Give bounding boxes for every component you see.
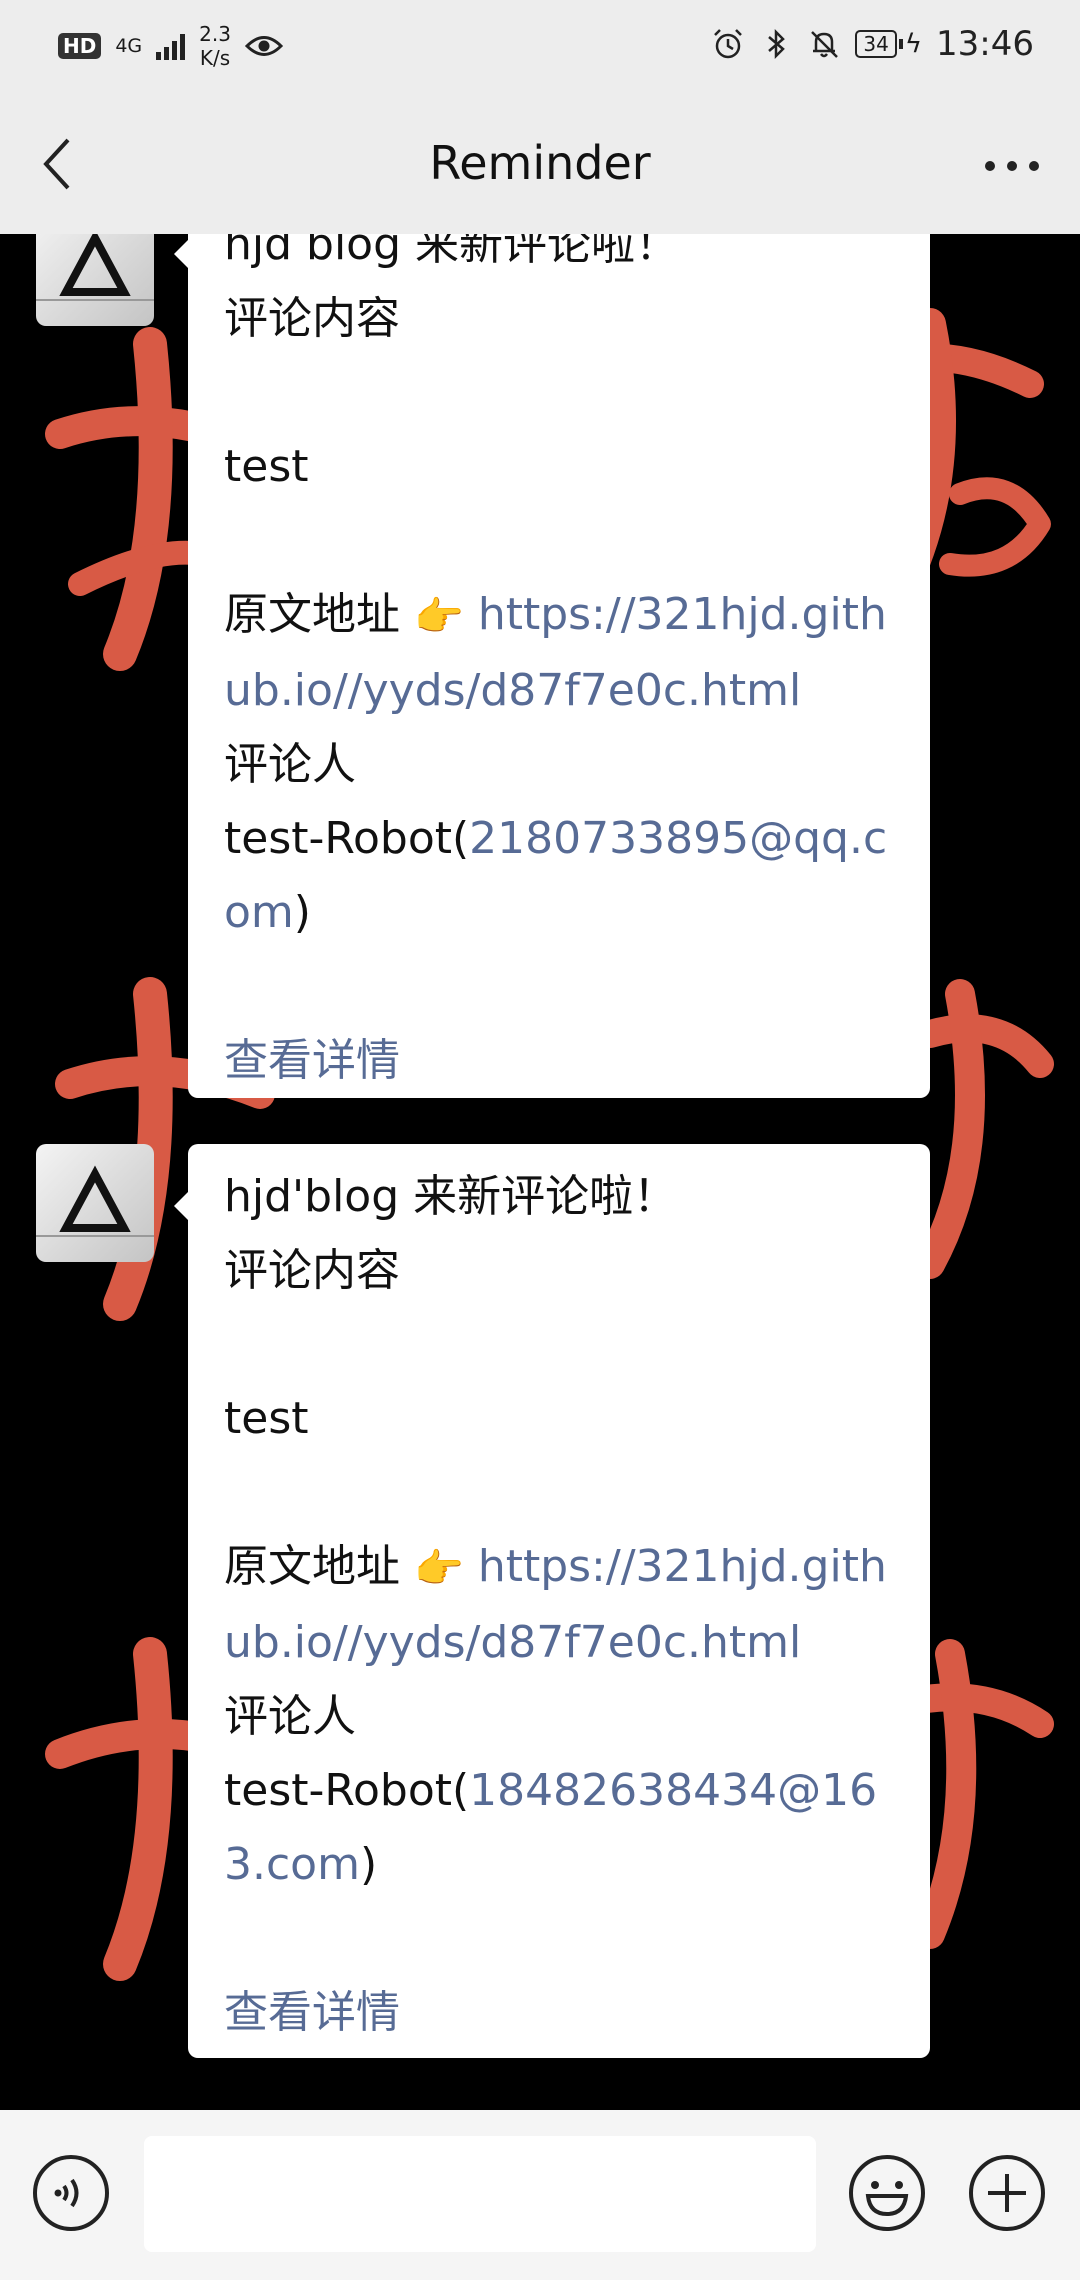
message-input[interactable]: [144, 2136, 816, 2252]
signal-icon: [156, 32, 186, 60]
commenter-name: test-Robot(: [224, 813, 470, 864]
source-label: 原文地址: [224, 1541, 400, 1592]
status-bar: HD 4G 2.3 K/s 34 ϟ 13:46: [0, 0, 1080, 96]
source-line: 原文地址 👉 https://321hjd.github.io//yyds/d8…: [224, 578, 896, 728]
comment-text: test: [224, 441, 309, 492]
avatar[interactable]: [36, 1144, 154, 1262]
source-label: 原文地址: [224, 589, 400, 640]
message-bubble[interactable]: hjd'blog 来新评论啦！ 评论内容 test 原文地址 👉 https:/…: [174, 1144, 930, 2058]
alarm-icon: [714, 29, 743, 59]
plus-icon[interactable]: [966, 2152, 1048, 2234]
emoji-icon[interactable]: [846, 2152, 928, 2234]
chat-header: Reminder: [0, 96, 1080, 234]
bluetooth-icon: [768, 28, 786, 60]
message-title: hjd blog 来新评论啦！: [224, 234, 680, 270]
comment-content-label: 评论内容: [224, 1245, 400, 1296]
comment-text: test: [224, 1393, 309, 1444]
commenter-label: 评论人: [224, 1691, 356, 1742]
commenter-line: test-Robot(2180733895@qq.com): [224, 802, 896, 950]
clock: 13:46: [936, 24, 1034, 64]
voice-icon[interactable]: [30, 2152, 112, 2234]
more-icon[interactable]: [982, 146, 1042, 186]
message-title: hjd'blog 来新评论啦！: [224, 1171, 678, 1222]
battery-nub: [898, 39, 903, 49]
speed-value: 2.3: [199, 22, 231, 46]
commenter-close: ): [359, 1839, 378, 1890]
hd-badge: HD: [58, 33, 102, 59]
network-speed: 2.3 K/s: [199, 22, 231, 70]
commenter-line: test-Robot(18482638434@163.com): [224, 1754, 896, 1902]
charging-icon: ϟ: [904, 29, 923, 59]
input-bar: [0, 2110, 1080, 2280]
view-details-link[interactable]: 查看详情: [224, 1024, 896, 1098]
commenter-name: test-Robot(: [224, 1765, 470, 1816]
battery-level: 34: [855, 30, 897, 58]
network-label: 4G: [115, 34, 143, 57]
battery-indicator: 34 ϟ: [855, 29, 922, 59]
pointing-hand-icon: 👉: [414, 594, 464, 640]
pointing-hand-icon: 👉: [414, 1546, 464, 1592]
mute-bell-icon: [811, 31, 839, 58]
commenter-label: 评论人: [224, 739, 356, 790]
comment-content-label: 评论内容: [224, 293, 400, 344]
view-details-link[interactable]: 查看详情: [224, 1976, 896, 2058]
triangle-logo-icon: [36, 234, 154, 301]
message-bubble[interactable]: hjd blog 来新评论啦！ 评论内容 test 原文地址 👉 https:/…: [174, 234, 930, 1098]
speed-unit: K/s: [199, 46, 231, 70]
status-left: HD 4G 2.3 K/s: [58, 22, 283, 70]
triangle-logo-icon: [36, 1165, 154, 1237]
source-line: 原文地址 👉 https://321hjd.github.io//yyds/d8…: [224, 1530, 896, 1680]
commenter-close: ): [293, 887, 311, 938]
avatar[interactable]: [36, 234, 154, 326]
chat-area[interactable]: hjd blog 来新评论啦！ 评论内容 test 原文地址 👉 https:/…: [0, 234, 1080, 2110]
status-right: 34 ϟ 13:46: [711, 24, 1034, 64]
eye-icon: [244, 36, 283, 56]
page-title: Reminder: [429, 136, 651, 190]
